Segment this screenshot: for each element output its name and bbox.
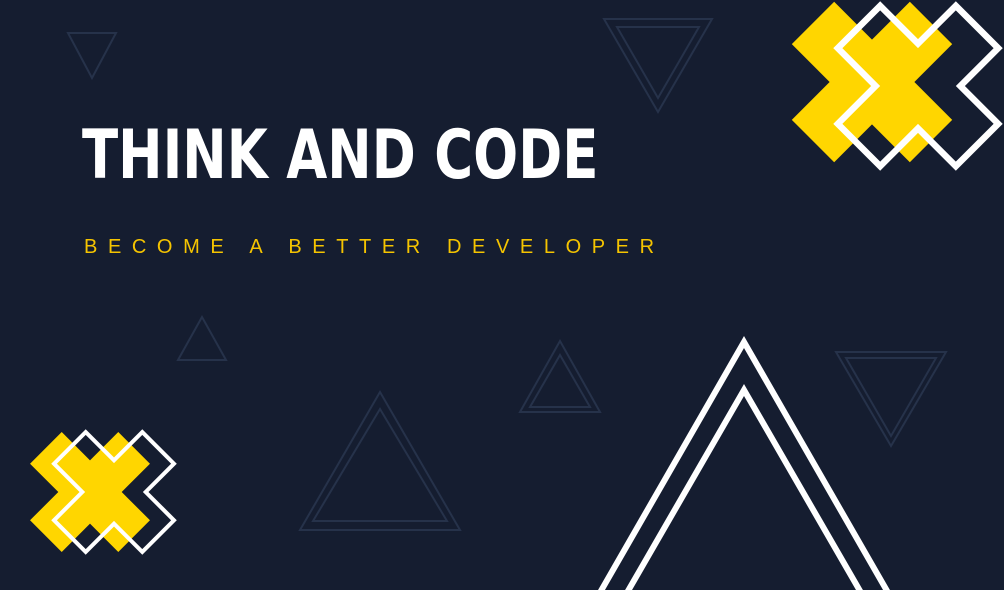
- triangle-outline-icon: [66, 32, 118, 81]
- banner-subtitle: BECOME A BETTER DEVELOPER: [84, 236, 665, 258]
- triangle-outline-icon: [311, 407, 449, 522]
- banner-canvas: THINK AND CODE BECOME A BETTER DEVELOPER: [0, 0, 1004, 590]
- triangle-outline-icon: [518, 338, 602, 413]
- triangle-outline-icon: [528, 352, 592, 408]
- triangle-outline-icon: [298, 390, 462, 531]
- background-decorations: [1, 0, 1004, 590]
- triangle-outline-icon: [176, 314, 228, 361]
- x-cross-icon: [1, 404, 202, 580]
- triangle-outline-icon: [834, 351, 948, 448]
- triangle-outline-icon: [625, 383, 863, 590]
- triangle-outline-icon: [844, 357, 938, 439]
- banner-title: THINK AND CODE: [82, 116, 599, 195]
- x-cross-icon: [753, 0, 1004, 204]
